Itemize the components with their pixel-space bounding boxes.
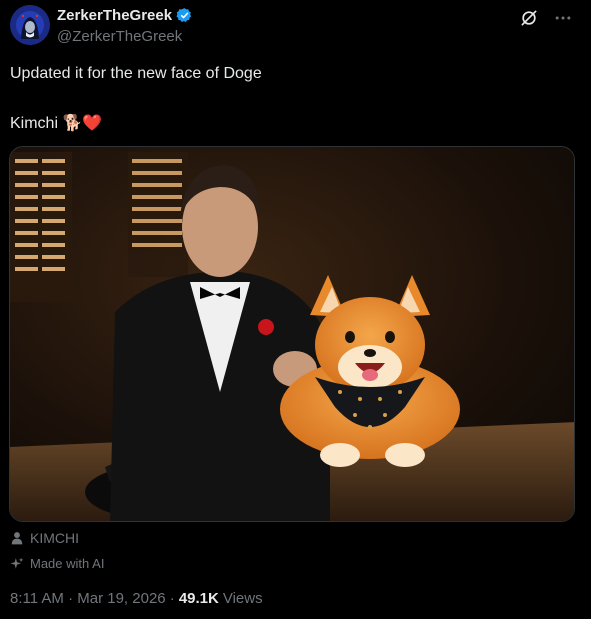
verified-badge-icon <box>176 7 193 24</box>
made-with-ai-row[interactable]: Made with AI <box>10 556 104 571</box>
post-text-line-2: Kimchi 🐕❤️ <box>10 115 103 132</box>
person-icon <box>10 531 24 545</box>
more-options-icon[interactable] <box>553 8 573 28</box>
post-media-image[interactable] <box>9 146 575 522</box>
views-count: 49.1K <box>178 590 219 607</box>
post-card: ZerkerTheGreek @ZerkerTheGreek Updated i… <box>0 0 591 619</box>
community-label-row[interactable]: KIMCHI <box>10 530 79 546</box>
made-with-ai-label: Made with AI <box>30 556 105 571</box>
grok-icon[interactable] <box>519 8 539 28</box>
post-timestamp[interactable]: 8:11 AM · Mar 19, 2026 · <box>10 590 175 607</box>
author-display-name[interactable]: ZerkerTheGreek <box>57 7 172 24</box>
sparkle-icon <box>10 557 24 571</box>
timestamp-row: 8:11 AM · Mar 19, 2026 · 49.1K Views <box>10 590 263 607</box>
author-handle[interactable]: @ZerkerTheGreek <box>57 28 182 45</box>
community-label: KIMCHI <box>30 530 79 546</box>
views-label: Views <box>222 590 263 607</box>
post-text-line-1: Updated it for the new face of Doge <box>10 65 262 82</box>
avatar[interactable] <box>10 5 50 45</box>
media-illustration <box>10 147 574 521</box>
top-actions <box>519 8 573 28</box>
avatar-icon <box>10 5 50 45</box>
author-name-row[interactable]: ZerkerTheGreek <box>57 7 193 24</box>
